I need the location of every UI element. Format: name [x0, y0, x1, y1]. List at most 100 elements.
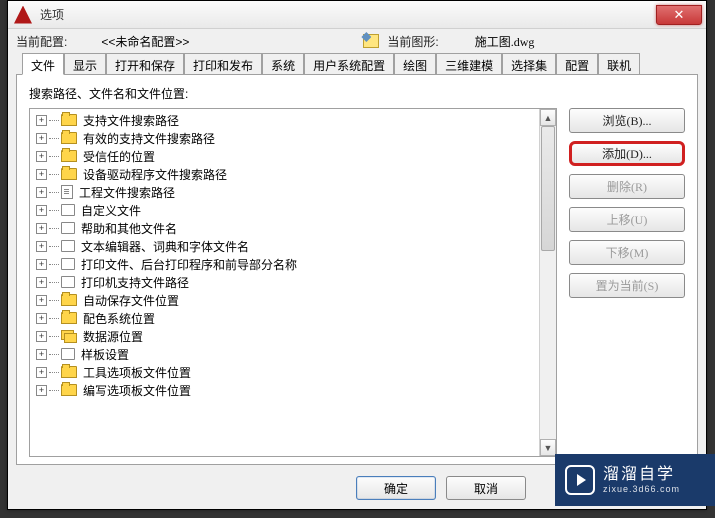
expand-icon[interactable]: + — [36, 205, 47, 216]
tree-item[interactable]: + 工程文件搜索路径 — [30, 183, 556, 201]
tree-item-label: 自定义文件 — [81, 202, 141, 219]
move-down-button[interactable]: 下移(M) — [569, 240, 685, 265]
scroll-up-button[interactable]: ▲ — [540, 109, 556, 126]
folder-icon — [61, 240, 75, 252]
content-label: 搜索路径、文件名和文件位置: — [29, 85, 685, 102]
tree-item[interactable]: +样板设置 — [30, 345, 556, 363]
folder-icon — [61, 366, 77, 378]
info-row: 当前配置: <<未命名配置>> 当前图形: 施工图.dwg — [8, 29, 706, 53]
tree-item[interactable]: +受信任的位置 — [30, 147, 556, 165]
expand-icon[interactable]: + — [36, 367, 47, 378]
move-up-button[interactable]: 上移(U) — [569, 207, 685, 232]
options-dialog: 选项 ✕ 当前配置: <<未命名配置>> 当前图形: 施工图.dwg 文件 显示… — [7, 0, 707, 510]
expand-icon[interactable]: + — [36, 277, 47, 288]
tree-item[interactable]: + 文本编辑器、词典和字体文件名 — [30, 237, 556, 255]
tree-item[interactable]: + 数据源位置 — [30, 327, 556, 345]
tab-system[interactable]: 系统 — [262, 53, 304, 75]
path-tree[interactable]: +支持文件搜索路径+有效的支持文件搜索路径+受信任的位置+设备驱动程序文件搜索路… — [29, 108, 557, 457]
current-profile-label: 当前配置: — [16, 33, 67, 50]
tree-item-label: 支持文件搜索路径 — [83, 112, 179, 129]
expand-icon[interactable]: + — [36, 259, 47, 270]
folder-stack-icon — [61, 330, 77, 343]
scroll-down-button[interactable]: ▼ — [540, 439, 556, 456]
expand-icon[interactable]: + — [36, 187, 47, 198]
tab-profiles[interactable]: 配置 — [556, 53, 598, 75]
tree-item[interactable]: + 帮助和其他文件名 — [30, 219, 556, 237]
dialog-title: 选项 — [40, 6, 64, 23]
tab-selection[interactable]: 选择集 — [502, 53, 556, 75]
scroll-track[interactable] — [540, 126, 556, 439]
tab-online[interactable]: 联机 — [598, 53, 640, 75]
scroll-thumb[interactable] — [541, 126, 555, 251]
tab-display[interactable]: 显示 — [64, 53, 106, 75]
app-icon — [14, 6, 32, 24]
expand-icon[interactable]: + — [36, 331, 47, 342]
window-close-button[interactable]: ✕ — [656, 5, 702, 25]
folder-icon — [61, 168, 77, 180]
expand-icon[interactable]: + — [36, 151, 47, 162]
folder-icon — [61, 150, 77, 162]
current-drawing-value: 施工图.dwg — [475, 33, 535, 50]
tree-item[interactable]: + 打印文件、后台打印程序和前导部分名称 — [30, 255, 556, 273]
folder-icon — [61, 384, 77, 396]
expand-icon[interactable]: + — [36, 133, 47, 144]
tab-files[interactable]: 文件 — [22, 53, 64, 75]
expand-icon[interactable]: + — [36, 385, 47, 396]
tree-item-label: 打印机支持文件路径 — [81, 274, 189, 291]
watermark-url: zixue.3d66.com — [603, 484, 680, 495]
tree-item[interactable]: + 工具选项板文件位置 — [30, 363, 556, 381]
tree-item-label: 有效的支持文件搜索路径 — [83, 130, 215, 147]
tree-item[interactable]: + 打印机支持文件路径 — [30, 273, 556, 291]
tab-drafting[interactable]: 绘图 — [394, 53, 436, 75]
expand-icon[interactable]: + — [36, 241, 47, 252]
tab-3d-modeling[interactable]: 三维建模 — [436, 53, 502, 75]
folder-icon — [61, 258, 75, 270]
tree-item[interactable]: + 自动保存文件位置 — [30, 291, 556, 309]
drawing-icon — [363, 34, 379, 48]
folder-icon — [61, 276, 75, 288]
tree-item-label: 工具选项板文件位置 — [83, 364, 191, 381]
content-panel: 搜索路径、文件名和文件位置: + 支持文件搜索路径 + 有效的支持文件搜索路径+受信任… — [16, 75, 698, 465]
tree-item-label: 自动保存文件位置 — [83, 292, 179, 309]
current-profile-value: <<未命名配置>> — [101, 33, 189, 50]
expand-icon[interactable]: + — [36, 295, 47, 306]
expand-icon[interactable]: + — [36, 349, 47, 360]
tree-item-label: 工程文件搜索路径 — [79, 184, 175, 201]
tree-item[interactable]: +配色系统位置 — [30, 309, 556, 327]
tree-item-label: 帮助和其他文件名 — [81, 220, 177, 237]
folder-icon — [61, 204, 75, 216]
tree-scrollbar[interactable]: ▲ ▼ — [539, 109, 556, 456]
browse-button[interactable]: 浏览(B)... — [569, 108, 685, 133]
watermark: 溜溜自学 zixue.3d66.com — [555, 454, 715, 506]
expand-icon[interactable]: + — [36, 169, 47, 180]
tree-item-label: 文本编辑器、词典和字体文件名 — [81, 238, 249, 255]
cancel-button[interactable]: 取消 — [446, 476, 526, 500]
tree-item[interactable]: + 编写选项板文件位置 — [30, 381, 556, 399]
add-button[interactable]: 添加(D)... — [569, 141, 685, 166]
tree-item[interactable]: + 自定义文件 — [30, 201, 556, 219]
tree-item[interactable]: + 设备驱动程序文件搜索路径 — [30, 165, 556, 183]
folder-icon — [61, 348, 75, 360]
folder-icon — [61, 294, 77, 306]
tree-item-label: 打印文件、后台打印程序和前导部分名称 — [81, 256, 297, 273]
tree-item-label: 数据源位置 — [83, 328, 143, 345]
tree-item-label: 设备驱动程序文件搜索路径 — [83, 166, 227, 183]
ok-button[interactable]: 确定 — [356, 476, 436, 500]
tab-open-save[interactable]: 打开和保存 — [106, 53, 184, 75]
set-current-button[interactable]: 置为当前(S) — [569, 273, 685, 298]
current-drawing-label: 当前图形: — [387, 33, 438, 50]
tree-item[interactable]: + 支持文件搜索路径 — [30, 111, 556, 129]
watermark-logo — [565, 465, 595, 495]
tree-item[interactable]: + 有效的支持文件搜索路径 — [30, 129, 556, 147]
document-icon — [61, 185, 73, 199]
remove-button[interactable]: 删除(R) — [569, 174, 685, 199]
tab-user-prefs[interactable]: 用户系统配置 — [304, 53, 394, 75]
watermark-title: 溜溜自学 — [603, 465, 680, 484]
tab-bar: 文件 显示 打开和保存 打印和发布 系统 用户系统配置 绘图 三维建模 选择集 … — [8, 53, 706, 75]
close-icon: ✕ — [674, 7, 685, 23]
expand-icon[interactable]: + — [36, 115, 47, 126]
tree-item-label: 编写选项板文件位置 — [83, 382, 191, 399]
expand-icon[interactable]: + — [36, 313, 47, 324]
expand-icon[interactable]: + — [36, 223, 47, 234]
tab-plot-publish[interactable]: 打印和发布 — [184, 53, 262, 75]
